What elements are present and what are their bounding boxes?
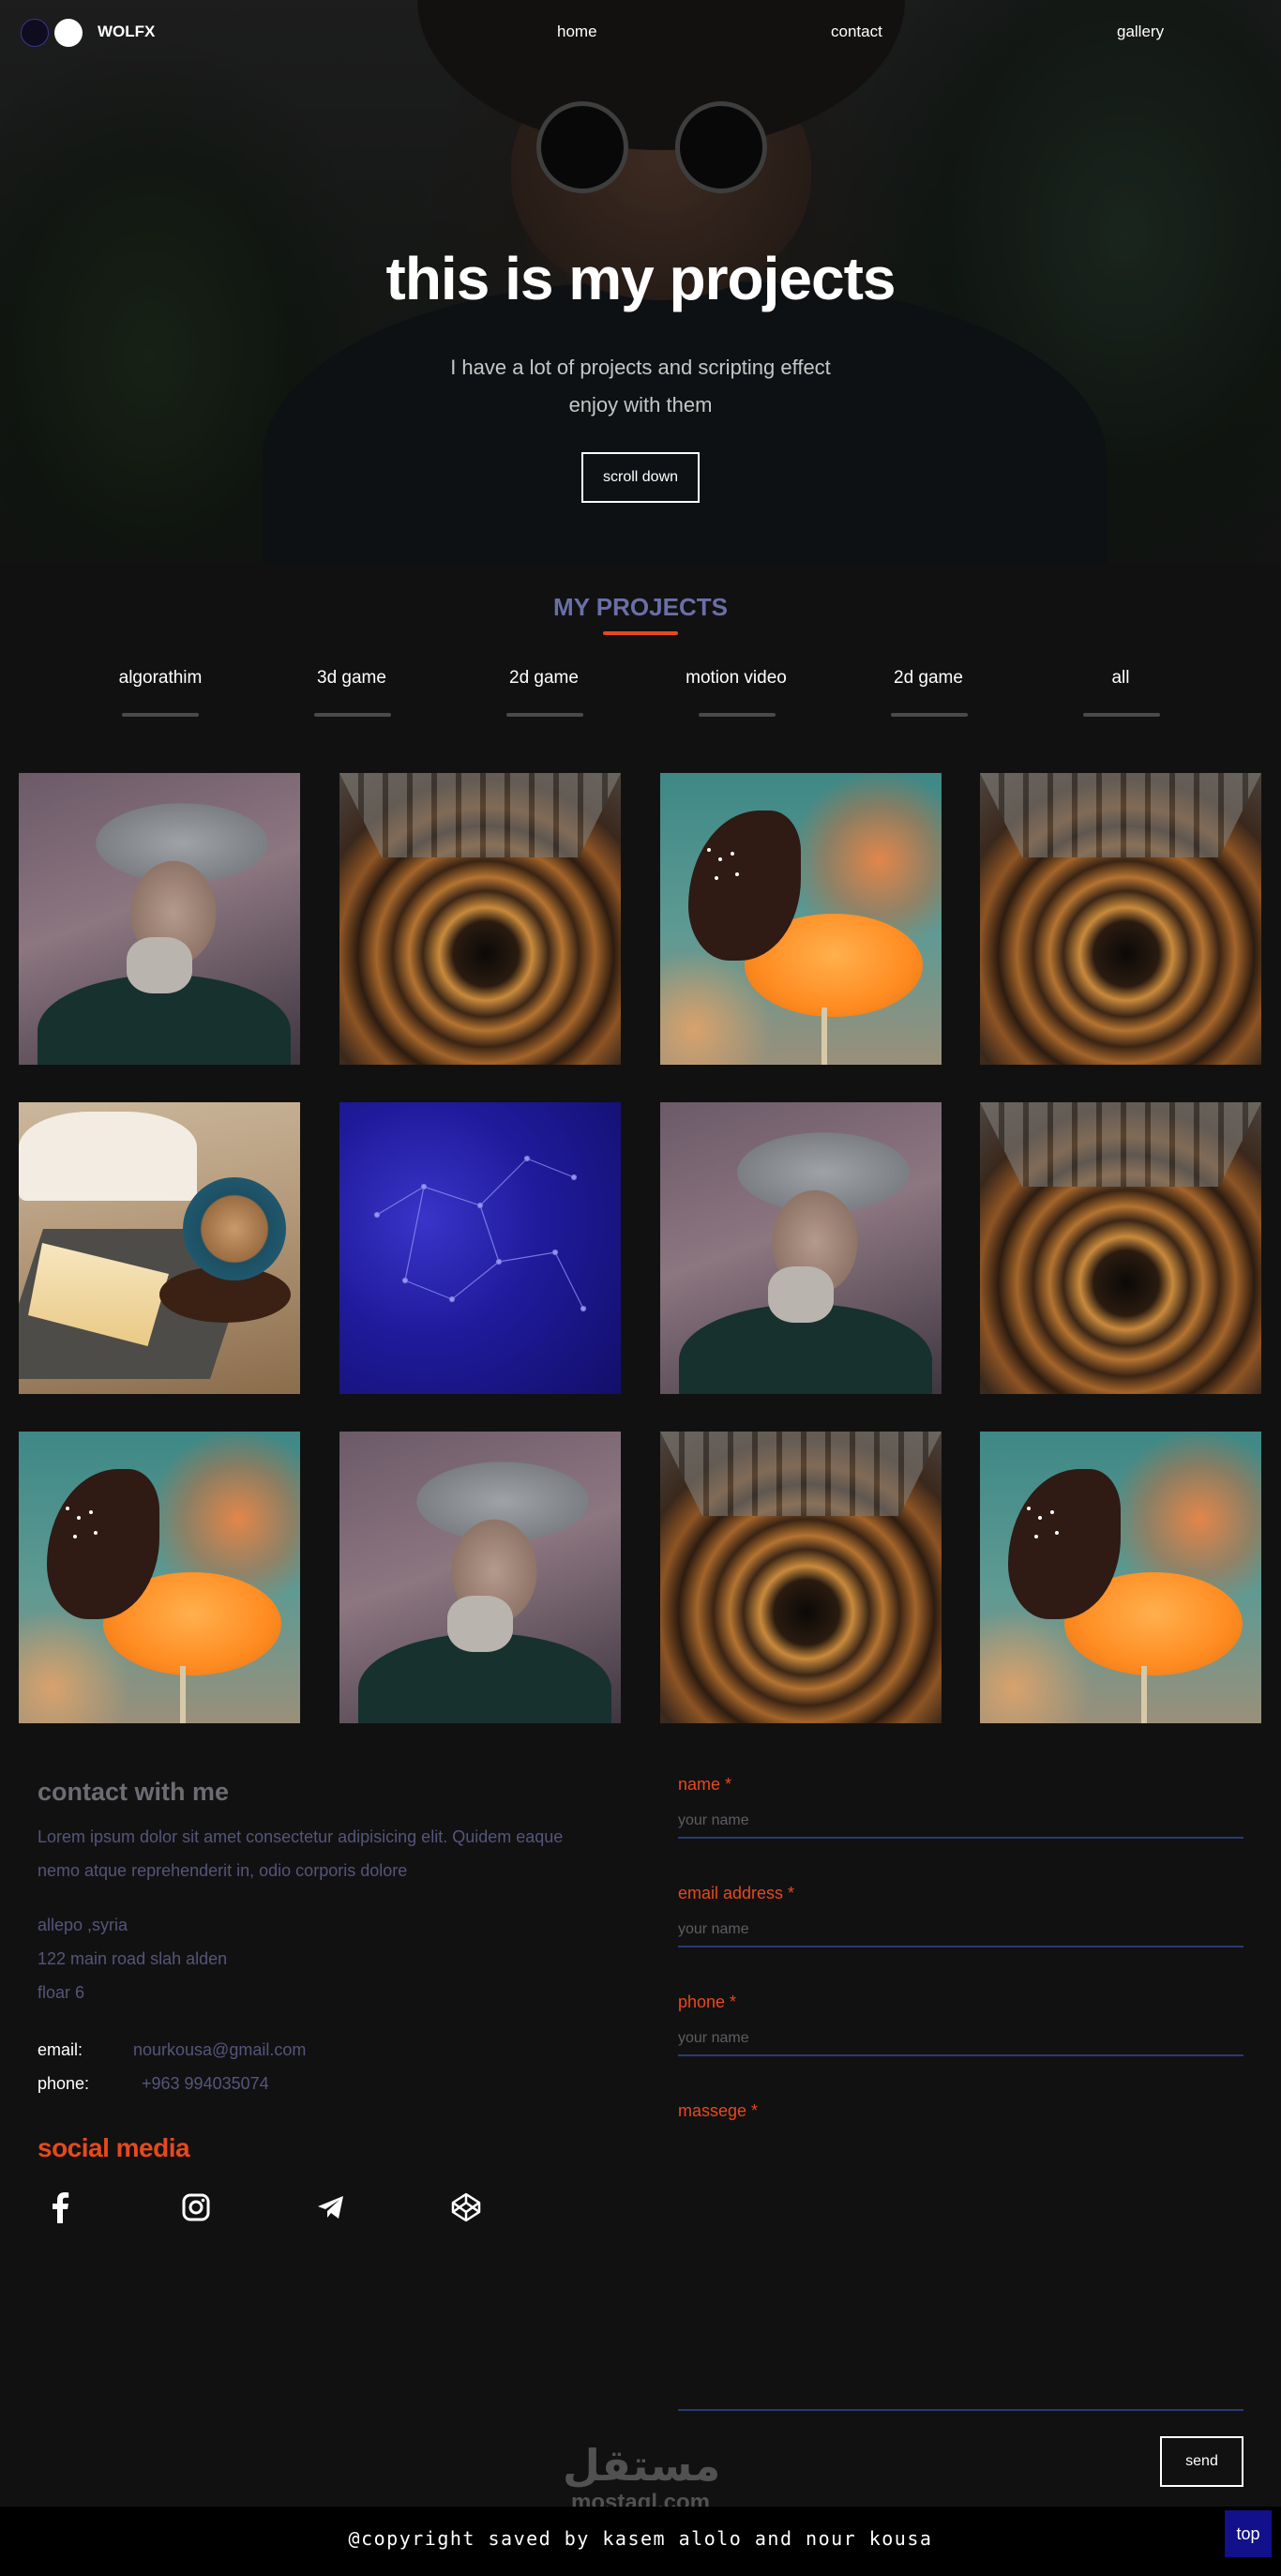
address-line-city: allepo ,syria — [38, 1916, 128, 1934]
name-input[interactable] — [678, 1805, 1243, 1839]
filter-2d-game-2[interactable]: 2d game — [863, 668, 994, 689]
copyright-text: @copyright saved by kasem alolo and nour… — [348, 2527, 933, 2550]
gallery-item-butterfly-on-flower[interactable] — [19, 1432, 300, 1723]
contact-description: Lorem ipsum dolor sit amet consectetur a… — [38, 1820, 600, 1887]
gallery-item-man-with-hat[interactable] — [19, 773, 300, 1065]
logo-text[interactable]: WOLFX — [98, 23, 155, 41]
send-button[interactable]: send — [1160, 2436, 1243, 2487]
gallery-item-man-with-hat[interactable] — [339, 1432, 621, 1723]
phone-value[interactable]: +963 994035074 — [142, 2074, 269, 2094]
email-address-label: email address * — [678, 1884, 795, 1902]
message-label: massege * — [678, 2101, 759, 2120]
filter-indicator — [699, 713, 776, 717]
gallery-item-spiral-staircase[interactable] — [980, 773, 1261, 1065]
social-media-title: social media — [38, 2133, 190, 2162]
phone-label: phone: — [38, 2074, 90, 2093]
hero-subtitle-line2: enjoy with them — [568, 393, 713, 417]
message-textarea[interactable] — [678, 2139, 1243, 2411]
projects-title-underline — [603, 631, 678, 635]
filter-2d-game[interactable]: 2d game — [478, 668, 610, 689]
gallery-item-spiral-staircase[interactable] — [339, 773, 621, 1065]
nav-gallery[interactable]: gallery — [1117, 23, 1164, 41]
logo[interactable] — [21, 19, 83, 47]
back-to-top-button[interactable]: top — [1225, 2510, 1272, 2557]
filter-motion-video[interactable]: motion video — [671, 668, 802, 689]
hero-subtitle-line1: I have a lot of projects and scripting e… — [450, 356, 831, 379]
filter-indicator — [891, 713, 968, 717]
phone-input[interactable] — [678, 2023, 1243, 2056]
email-input[interactable] — [678, 1914, 1243, 1947]
hero-title: this is my projects — [385, 245, 897, 312]
gallery-item-cake-and-coffee[interactable] — [19, 1102, 300, 1394]
address-line-street: 122 main road slah alden — [38, 1949, 228, 1968]
facebook-icon[interactable] — [45, 2191, 77, 2223]
mostaql-watermark: مستقل mostaql.com — [563, 2440, 721, 2516]
email-label: email: — [38, 2040, 83, 2059]
gallery-item-butterfly-on-flower[interactable] — [660, 773, 942, 1065]
contact-description-line2: nemo atque reprehenderit in, odio corpor… — [38, 1861, 408, 1880]
contact-description-line1: Lorem ipsum dolor sit amet consectetur a… — [38, 1827, 564, 1846]
phone-field-label: phone * — [678, 1993, 737, 2011]
instagram-icon[interactable] — [180, 2191, 212, 2223]
filter-all[interactable]: all — [1055, 668, 1186, 689]
gallery-item-blue-network[interactable] — [339, 1102, 621, 1394]
gallery-item-butterfly-on-flower[interactable] — [980, 1432, 1261, 1723]
name-label: name * — [678, 1775, 732, 1794]
telegram-icon[interactable] — [315, 2191, 347, 2223]
address-line-floor: floar 6 — [38, 1983, 85, 2002]
codepen-icon[interactable] — [450, 2191, 482, 2223]
filter-indicator — [314, 713, 391, 717]
filter-indicator — [506, 713, 583, 717]
theme-dark-dot-icon[interactable] — [21, 19, 49, 47]
filter-indicator — [122, 713, 199, 717]
gallery-item-man-with-hat[interactable] — [660, 1102, 942, 1394]
theme-light-dot-icon[interactable] — [54, 19, 83, 47]
watermark-arabic-text: مستقل — [563, 2440, 721, 2491]
filter-algorathim[interactable]: algorathim — [95, 668, 226, 689]
filter-indicator — [1083, 713, 1160, 717]
gallery-item-spiral-staircase[interactable] — [660, 1432, 942, 1723]
gallery-item-spiral-staircase[interactable] — [980, 1102, 1261, 1394]
nav-home[interactable]: home — [557, 23, 597, 41]
hero-subtitle: I have a lot of projects and scripting e… — [0, 349, 1281, 424]
filter-3d-game[interactable]: 3d game — [286, 668, 417, 689]
projects-title: MY PROJECTS — [553, 593, 728, 621]
email-value[interactable]: nourkousa@gmail.com — [133, 2040, 306, 2060]
contact-title: contact with me — [38, 1778, 230, 1806]
scroll-down-button[interactable]: scroll down — [581, 452, 700, 503]
nav-contact[interactable]: contact — [831, 23, 882, 41]
